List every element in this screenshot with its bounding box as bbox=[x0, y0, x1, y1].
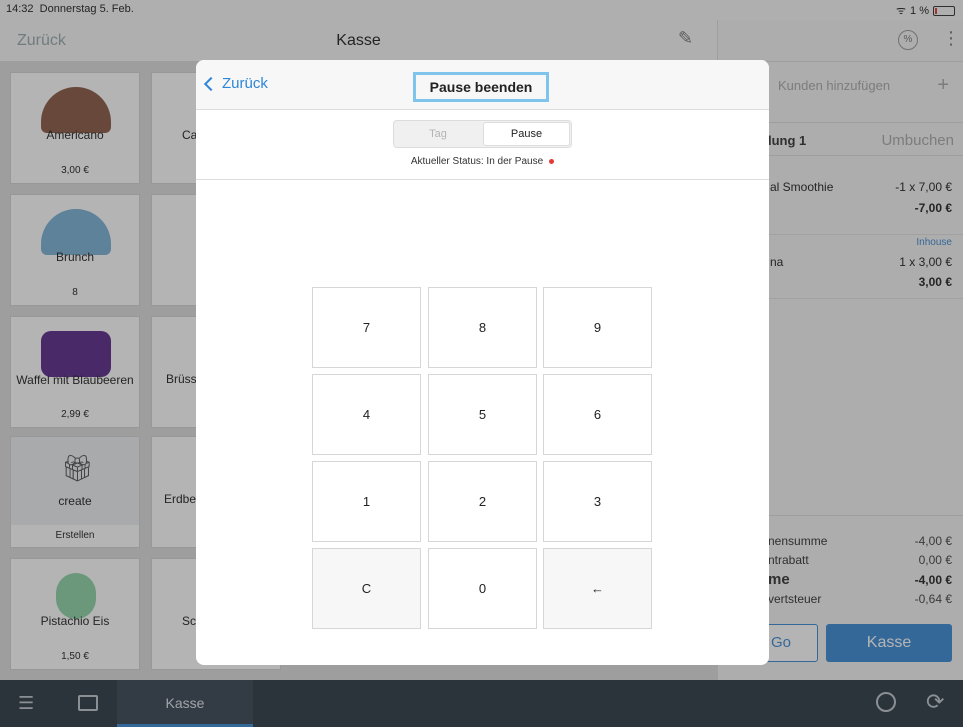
segment-pause[interactable]: Pause bbox=[483, 122, 570, 146]
key-1[interactable]: 1 bbox=[312, 461, 421, 542]
key-7[interactable]: 7 bbox=[312, 287, 421, 368]
current-status: Aktueller Status: In der Pause bbox=[410, 156, 544, 167]
key-backspace[interactable]: ← bbox=[543, 548, 652, 629]
key-3[interactable]: 3 bbox=[543, 461, 652, 542]
status-dot-icon bbox=[549, 158, 555, 164]
status-line: Aktueller Status: In der Pause bbox=[196, 156, 769, 167]
divider bbox=[196, 179, 769, 180]
pause-modal: Zurück Pause beenden Tag Pause Aktueller… bbox=[196, 60, 769, 665]
modal-back-label: Zurück bbox=[222, 75, 268, 92]
key-6[interactable]: 6 bbox=[543, 374, 652, 455]
key-9[interactable]: 9 bbox=[543, 287, 652, 368]
key-2[interactable]: 2 bbox=[428, 461, 537, 542]
modal-title: Pause beenden bbox=[413, 72, 549, 102]
key-clear[interactable]: C bbox=[312, 548, 421, 629]
segment-control: Tag Pause bbox=[393, 120, 572, 148]
segment-tag[interactable]: Tag bbox=[394, 121, 482, 147]
chevron-left-icon bbox=[203, 76, 219, 92]
key-5[interactable]: 5 bbox=[428, 374, 537, 455]
key-4[interactable]: 4 bbox=[312, 374, 421, 455]
key-0[interactable]: 0 bbox=[428, 548, 537, 629]
modal-header: Zurück Pause beenden bbox=[196, 60, 769, 110]
modal-back-button[interactable]: Zurück bbox=[203, 75, 268, 92]
key-8[interactable]: 8 bbox=[428, 287, 537, 368]
